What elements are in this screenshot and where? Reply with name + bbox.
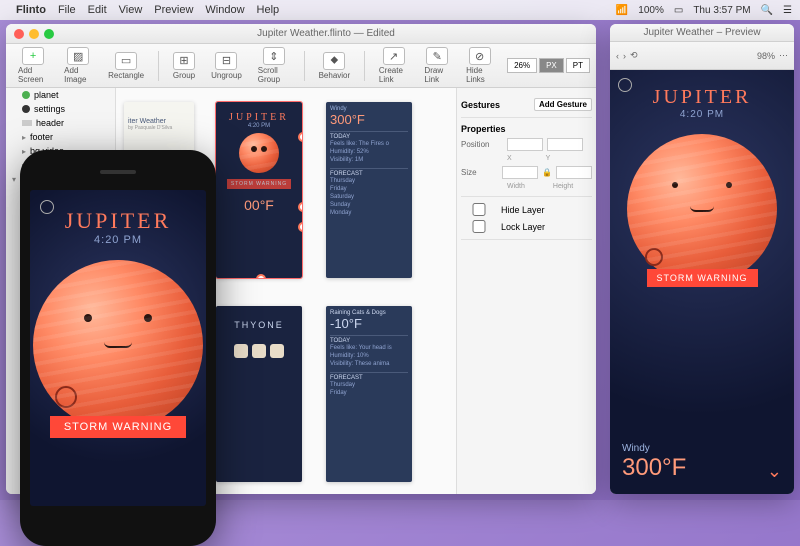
battery-percent: 100%: [638, 5, 664, 16]
preview-title: Jupiter Weather – Preview: [643, 27, 760, 38]
planet-graphic: [627, 134, 777, 284]
layer-item[interactable]: ▸footer: [6, 130, 115, 144]
draw-link-button[interactable]: ✎Draw Link: [418, 45, 456, 86]
minimize-button[interactable]: [29, 29, 39, 39]
width-input[interactable]: [502, 166, 538, 179]
position-x-input[interactable]: [507, 138, 543, 151]
add-gesture-button[interactable]: Add Gesture: [534, 98, 592, 111]
storm-spot-icon: [55, 386, 77, 408]
settings-icon: [40, 200, 54, 214]
layer-item[interactable]: header: [6, 116, 115, 130]
preview-titlebar[interactable]: Jupiter Weather – Preview: [610, 24, 794, 42]
create-link-button[interactable]: ↗Create Link: [373, 45, 415, 86]
window-title: Jupiter Weather.flinto — Edited: [257, 28, 395, 39]
phone-screen: JUPITER 4:20 PM STORM WARNING: [30, 190, 206, 506]
gestures-header: Gestures: [461, 100, 500, 110]
planet-icon: [239, 133, 279, 173]
menu-edit[interactable]: Edit: [88, 4, 107, 16]
storm-spot-icon: [645, 248, 663, 266]
menu-app[interactable]: Flinto: [16, 4, 46, 16]
menu-view[interactable]: View: [119, 4, 143, 16]
phone-mockup: JUPITER 4:20 PM STORM WARNING: [20, 150, 216, 546]
close-button[interactable]: [14, 29, 24, 39]
behavior-button[interactable]: ⬥Behavior: [313, 50, 357, 82]
battery-icon: ▭: [674, 5, 683, 16]
menubar: Flinto File Edit View Preview Window Hel…: [0, 0, 800, 20]
hide-links-button[interactable]: ⊘Hide Links: [460, 45, 499, 86]
forward-button[interactable]: ›: [623, 51, 626, 61]
link-connector[interactable]: [298, 132, 302, 142]
layer-item[interactable]: settings: [6, 102, 115, 116]
jupiter-title: JUPITER: [610, 86, 794, 109]
search-icon[interactable]: 🔍: [761, 5, 773, 16]
menu-preview[interactable]: Preview: [154, 4, 193, 16]
windy-label: Windy: [622, 443, 686, 454]
link-connector[interactable]: [256, 274, 266, 278]
scroll-group-button[interactable]: ⇕Scroll Group: [252, 45, 296, 86]
menu-file[interactable]: File: [58, 4, 76, 16]
group-button[interactable]: ⊞Group: [167, 50, 201, 82]
storm-warning-banner: STORM WARNING: [50, 416, 186, 438]
jupiter-title: JUPITER: [30, 208, 206, 234]
clock[interactable]: Thu 3:57 PM: [693, 5, 750, 16]
time-label: 4:20 PM: [610, 109, 794, 120]
add-image-button[interactable]: ▨Add Image: [58, 45, 98, 86]
phone-speaker: [100, 170, 136, 174]
time-label: 4:20 PM: [30, 234, 206, 246]
chevron-down-icon[interactable]: ⌄: [767, 461, 782, 482]
zoom-control[interactable]: 26% PX PT: [507, 58, 590, 73]
rectangle-button[interactable]: ▭Rectangle: [102, 50, 150, 82]
options-icon[interactable]: ⋯: [779, 50, 788, 61]
menu-extra-icon[interactable]: ☰: [783, 5, 792, 16]
link-connector[interactable]: [298, 222, 302, 232]
preview-window: Jupiter Weather – Preview ‹ › ⟲ 98% ⋯ JU…: [610, 24, 794, 494]
lock-layer-checkbox[interactable]: [461, 220, 497, 233]
position-y-input[interactable]: [547, 138, 583, 151]
ungroup-button[interactable]: ⊟Ungroup: [205, 50, 248, 82]
hide-layer-checkbox[interactable]: [461, 203, 497, 216]
editor-titlebar[interactable]: Jupiter Weather.flinto — Edited: [6, 24, 596, 44]
editor-toolbar: +Add Screen ▨Add Image ▭Rectangle ⊞Group…: [6, 44, 596, 88]
restart-button[interactable]: ⟲: [630, 50, 638, 61]
lock-aspect-icon[interactable]: 🔒: [542, 168, 552, 177]
menu-help[interactable]: Help: [257, 4, 280, 16]
add-screen-button[interactable]: +Add Screen: [12, 45, 54, 86]
menu-window[interactable]: Window: [205, 4, 244, 16]
back-button[interactable]: ‹: [616, 51, 619, 61]
wifi-icon[interactable]: 📶: [616, 5, 628, 16]
planet-graphic: [33, 260, 203, 430]
height-input[interactable]: [556, 166, 592, 179]
storm-warning-banner: STORM WARNING: [647, 269, 758, 287]
link-connector[interactable]: [298, 202, 302, 212]
preview-content[interactable]: JUPITER 4:20 PM STORM WARNING Windy 300°…: [610, 70, 794, 494]
temperature: 300°F: [622, 454, 686, 482]
zoom-value[interactable]: 98%: [757, 51, 775, 61]
layer-item[interactable]: planet: [6, 88, 115, 102]
inspector-panel: Gestures Add Gesture Properties Position…: [456, 88, 596, 494]
maximize-button[interactable]: [44, 29, 54, 39]
properties-header: Properties: [461, 124, 506, 134]
settings-icon[interactable]: [618, 78, 632, 92]
